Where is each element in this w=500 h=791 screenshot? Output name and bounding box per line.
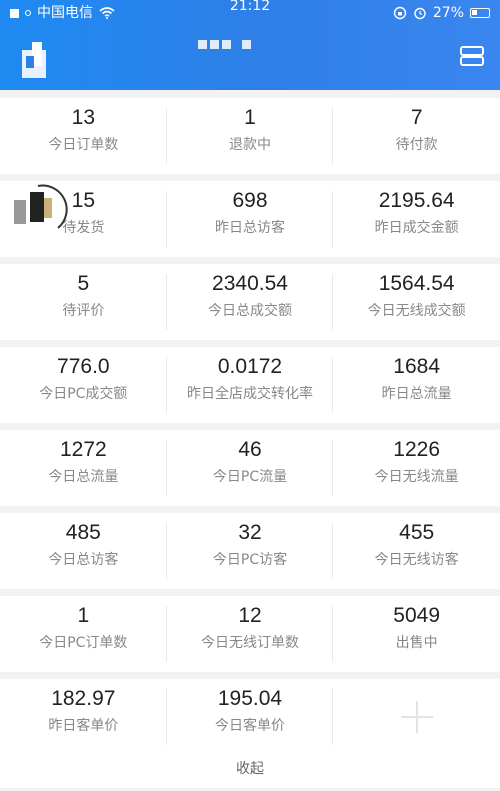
stat-value: 1564.54: [378, 272, 455, 295]
stat-cell[interactable]: 1272 今日总流量: [0, 430, 167, 506]
stat-label: 今日无线订单数: [200, 635, 299, 651]
stat-cell[interactable]: 1226 今日无线流量: [333, 430, 500, 506]
stat-label: 今日总流量: [48, 469, 119, 485]
stat-value: 1684: [393, 355, 441, 378]
stat-value: 195.04: [217, 687, 283, 710]
stat-cell[interactable]: 5 待评价: [0, 264, 167, 340]
stat-label: 今日PC成交额: [39, 386, 128, 402]
stat-value: 776.0: [57, 355, 110, 378]
menu-icon[interactable]: [460, 46, 484, 66]
stat-cell[interactable]: 2195.64 昨日成交金额: [333, 181, 500, 257]
stat-cell[interactable]: 7 待付款: [333, 98, 500, 174]
stat-label: 退款中: [228, 137, 271, 153]
stat-label: 今日PC流量: [212, 469, 288, 485]
stat-label: 待付款: [395, 137, 438, 153]
status-bar: 中国电信 21:12 27%: [0, 0, 500, 26]
stat-value: 2340.54: [212, 272, 288, 295]
shop-title-blurred: [198, 40, 251, 49]
stat-value: 5049: [393, 604, 441, 627]
stat-value: 698: [232, 189, 268, 212]
stat-value: 1: [77, 604, 90, 627]
stat-label: 今日订单数: [48, 137, 119, 153]
stat-value: 13: [71, 106, 95, 129]
stat-value: 182.97: [51, 687, 116, 710]
stat-cell[interactable]: 1684 昨日总流量: [333, 347, 500, 423]
stat-value: 12: [238, 604, 262, 627]
stat-cell[interactable]: 698 昨日总访客: [166, 181, 334, 257]
stat-value: 2195.64: [378, 189, 455, 212]
stat-label: 昨日总流量: [381, 386, 452, 402]
stat-cell[interactable]: 195.04 今日客单价: [166, 679, 334, 755]
stat-value: 0.0172: [217, 355, 283, 378]
stat-value: 485: [65, 521, 101, 544]
stat-label: 今日PC访客: [212, 552, 288, 568]
stat-label: 今日无线流量: [374, 469, 459, 485]
stat-label: 昨日客单价: [48, 718, 119, 734]
stat-label: 今日客单价: [214, 718, 285, 734]
stat-value: 32: [238, 521, 262, 544]
stat-cell[interactable]: 1 退款中: [166, 98, 334, 174]
stat-value: 46: [238, 438, 262, 461]
stat-value: 7: [410, 106, 423, 129]
stat-label: 今日PC订单数: [39, 635, 128, 651]
stat-label: 今日无线成交额: [367, 303, 466, 319]
app-header: 中国电信 21:12 27%: [0, 0, 500, 90]
stat-cell[interactable]: 455 今日无线访客: [333, 513, 500, 589]
stat-cell[interactable]: 46 今日PC流量: [166, 430, 334, 506]
stat-cell[interactable]: 1564.54 今日无线成交额: [333, 264, 500, 340]
stat-label: 昨日成交金额: [374, 220, 459, 236]
stat-label: 昨日总访客: [214, 220, 285, 236]
stat-label: 今日总成交额: [207, 303, 292, 319]
stat-label: 出售中: [395, 635, 438, 651]
stat-label: 今日总访客: [48, 552, 119, 568]
status-right: 27%: [393, 0, 490, 26]
stat-cell[interactable]: 776.0 今日PC成交额: [0, 347, 167, 423]
stat-value: 1: [244, 106, 256, 129]
stat-label: 待评价: [62, 303, 105, 319]
stat-cell[interactable]: 12 今日无线订单数: [166, 596, 334, 672]
stat-cell[interactable]: 32 今日PC访客: [166, 513, 334, 589]
battery-icon: [470, 8, 490, 18]
stat-cell[interactable]: 2340.54 今日总成交额: [166, 264, 334, 340]
rotation-lock-icon: [393, 6, 407, 20]
alarm-icon: [414, 7, 426, 20]
stat-label: 昨日全店成交转化率: [186, 386, 313, 402]
stat-cell[interactable]: 5049 出售中: [333, 596, 500, 672]
collapse-button[interactable]: 收起: [0, 750, 500, 788]
floating-avatar-icon[interactable]: [8, 182, 68, 236]
stat-cell[interactable]: 1 今日PC订单数: [0, 596, 167, 672]
stat-label: 今日无线访客: [374, 552, 459, 568]
add-stat-button[interactable]: [333, 679, 500, 755]
stat-value: 5: [77, 272, 90, 295]
stat-value: 1226: [393, 438, 441, 461]
stats-grid: 13 今日订单数 1 退款中 7 待付款 15 待发货 698 昨日总访客 2195.64 昨日成交金…: [0, 98, 500, 755]
stat-cell[interactable]: 182.97 昨日客单价: [0, 679, 167, 755]
stat-value: 455: [399, 521, 435, 544]
stat-value: 1272: [59, 438, 107, 461]
battery-percent: 27%: [432, 5, 464, 21]
stat-cell[interactable]: 485 今日总访客: [0, 513, 167, 589]
stat-cell[interactable]: 13 今日订单数: [0, 98, 167, 174]
app-logo-icon[interactable]: [22, 42, 54, 78]
plus-icon: [400, 701, 433, 733]
stat-cell[interactable]: 0.0172 昨日全店成交转化率: [166, 347, 334, 423]
